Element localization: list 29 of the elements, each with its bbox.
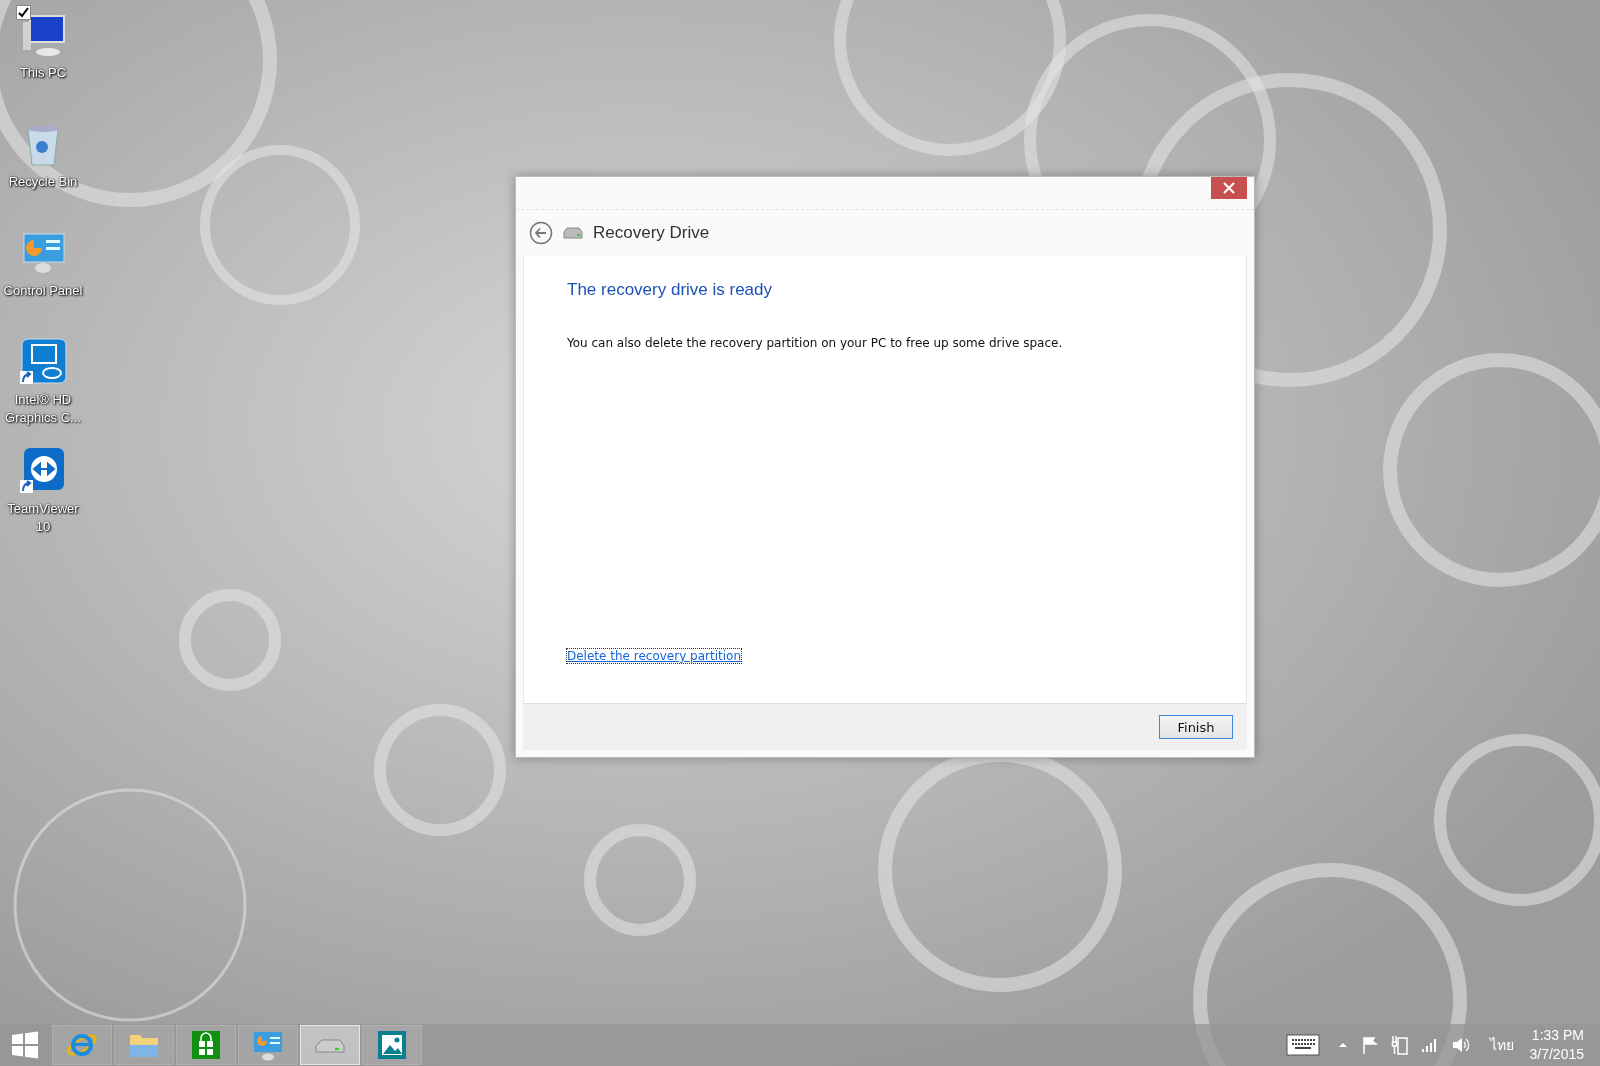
clock[interactable]: 1:33 PM 3/7/2015: [1529, 1026, 1584, 1064]
desktop-icon[interactable]: Control Panel: [0, 220, 86, 325]
taskbar-button[interactable]: [238, 1025, 298, 1065]
delete-partition-link[interactable]: Delete the recovery partition: [567, 649, 741, 663]
signal-icon[interactable]: [1420, 1037, 1439, 1053]
speaker-icon[interactable]: [1450, 1035, 1471, 1055]
taskbar-button[interactable]: [362, 1025, 422, 1065]
taskbar-button[interactable]: [300, 1025, 360, 1065]
control-panel-icon: [251, 1029, 285, 1061]
photos-icon: [375, 1029, 409, 1061]
desktop-icon[interactable]: This PC: [0, 2, 86, 107]
flag-icon[interactable]: [1360, 1035, 1379, 1055]
close-icon: [1223, 182, 1235, 194]
page-heading: The recovery drive is ready: [567, 280, 774, 300]
checkbox[interactable]: [16, 5, 31, 20]
back-icon[interactable]: [529, 221, 553, 245]
taskbar-button[interactable]: [52, 1025, 112, 1065]
finish-button[interactable]: Finish: [1159, 715, 1233, 739]
drive-icon: [563, 227, 583, 239]
keyboard-icon[interactable]: [1285, 1034, 1320, 1056]
language-indicator[interactable]: ไทย: [1489, 1034, 1514, 1056]
battery-icon[interactable]: [1390, 1034, 1409, 1056]
desktop-icon[interactable]: Recycle Bin: [0, 111, 86, 216]
body-text: You can also delete the recovery partition on your PC to free up some drive space.: [567, 336, 1064, 350]
taskbar-button[interactable]: [176, 1025, 236, 1065]
desktop-icon[interactable]: TeamViewer 10: [0, 438, 86, 543]
store-icon: [189, 1029, 223, 1061]
window-title: Recovery Drive: [593, 223, 710, 243]
close-button[interactable]: [1211, 177, 1247, 199]
